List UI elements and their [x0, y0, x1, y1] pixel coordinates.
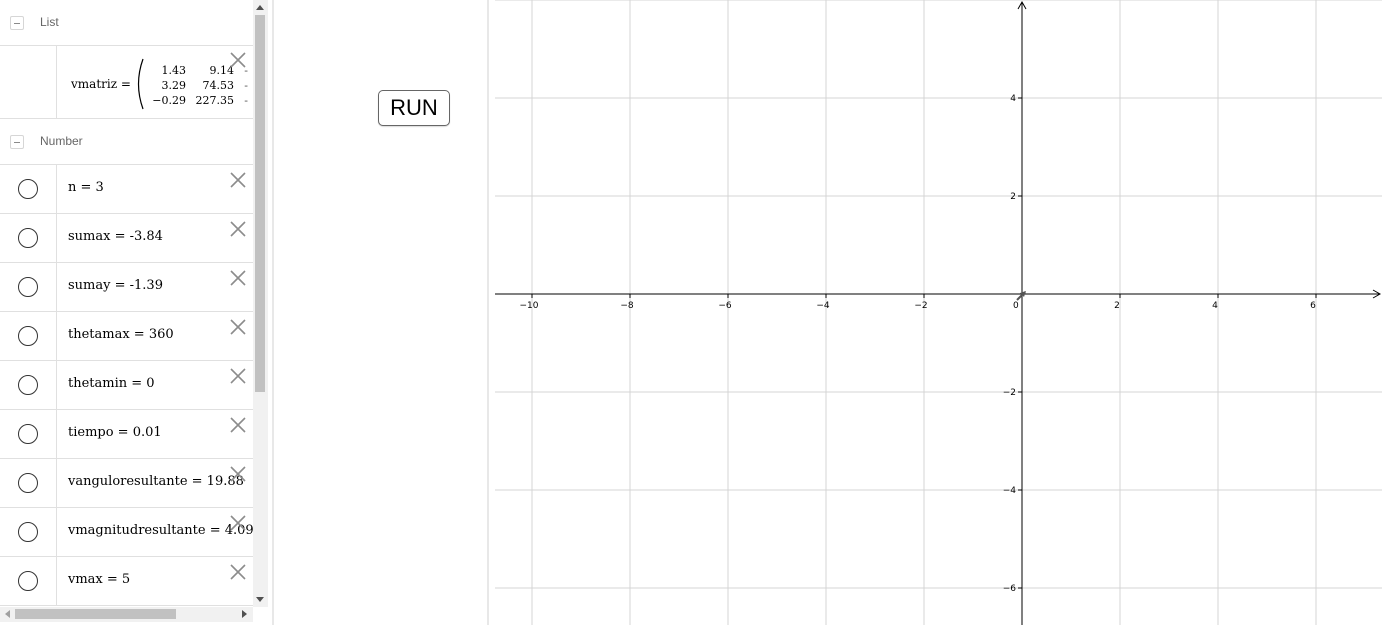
- run-button[interactable]: RUN: [378, 90, 450, 126]
- marble-cell: [0, 361, 57, 409]
- visibility-toggle[interactable]: [18, 473, 38, 493]
- close-icon[interactable]: [229, 318, 247, 336]
- matrix-cell: -: [244, 79, 248, 92]
- group-header-list[interactable]: List: [0, 0, 253, 46]
- number-expression[interactable]: thetamin = 0: [68, 376, 155, 391]
- group-label: List: [40, 15, 59, 29]
- scroll-up-icon[interactable]: [256, 5, 264, 10]
- matrix-row[interactable]: vmatriz = 1.43 9.14 - 3.29 74.53 - −0.29…: [0, 46, 253, 119]
- close-icon[interactable]: [229, 171, 247, 189]
- scroll-thumb[interactable]: [255, 15, 265, 392]
- x-tick-label: −10: [520, 301, 539, 311]
- y-tick-label: 4: [1010, 94, 1016, 104]
- y-tick-label: −6: [1003, 584, 1017, 594]
- number-expression[interactable]: sumax = -3.84: [68, 229, 163, 244]
- number-row[interactable]: tiempo = 0.01: [0, 410, 253, 459]
- collapse-icon[interactable]: [10, 16, 24, 30]
- graphics-view[interactable]: −10 −8 −6 −4 −2 0 2 4 6 4 2 −2 −4 −6: [489, 0, 1382, 625]
- close-icon[interactable]: [229, 220, 247, 238]
- number-expression[interactable]: vmagnitudresultante = 4.09: [68, 523, 254, 538]
- vertical-scrollbar[interactable]: [253, 0, 268, 607]
- y-tick-label: −2: [1003, 388, 1016, 398]
- panel-divider[interactable]: [272, 0, 274, 625]
- scroll-left-icon[interactable]: [5, 610, 10, 618]
- algebra-panel[interactable]: List vmatriz = 1.43 9.14 - 3.29 74.53 - …: [0, 0, 268, 625]
- scroll-right-icon[interactable]: [242, 610, 247, 618]
- matrix-cell: 227.35: [195, 94, 235, 107]
- x-tick-label: 6: [1310, 301, 1316, 311]
- marble-cell: [0, 312, 57, 360]
- visibility-toggle[interactable]: [18, 375, 38, 395]
- visibility-toggle[interactable]: [18, 571, 38, 591]
- y-tick-label: 2: [1010, 192, 1016, 202]
- number-expression[interactable]: n = 3: [68, 180, 104, 195]
- close-icon[interactable]: [229, 514, 247, 532]
- close-icon[interactable]: [229, 563, 247, 581]
- matrix-cell: 1.43: [161, 64, 187, 77]
- x-tick-label: −2: [914, 301, 927, 311]
- number-expression[interactable]: sumay = -1.39: [68, 278, 163, 293]
- number-expression[interactable]: thetamax = 360: [68, 327, 174, 342]
- number-row[interactable]: sumax = -3.84: [0, 214, 253, 263]
- matrix-cell: 9.14: [209, 64, 235, 77]
- x-tick-label: −8: [620, 301, 634, 311]
- scroll-down-icon[interactable]: [256, 597, 264, 602]
- marble-cell: [0, 263, 57, 311]
- matrix-name: vmatriz =: [71, 77, 131, 91]
- marble-cell: [0, 557, 57, 605]
- number-row[interactable]: sumay = -1.39: [0, 263, 253, 312]
- collapse-icon[interactable]: [10, 135, 24, 149]
- left-paren-icon: [137, 58, 144, 110]
- x-tick-label: 0: [1013, 301, 1019, 311]
- matrix-cell: 74.53: [202, 79, 235, 92]
- marble-cell: [0, 459, 57, 507]
- number-expression[interactable]: vanguloresultante = 19.88: [68, 474, 244, 489]
- visibility-toggle[interactable]: [18, 522, 38, 542]
- matrix-cell: 3.29: [161, 79, 187, 92]
- close-icon[interactable]: [229, 51, 247, 69]
- marble-cell: [0, 410, 57, 458]
- number-row[interactable]: thetamax = 360: [0, 312, 253, 361]
- y-tick-label: −4: [1003, 486, 1017, 496]
- scroll-thumb[interactable]: [15, 609, 176, 619]
- number-row[interactable]: vanguloresultante = 19.88: [0, 459, 253, 508]
- close-icon[interactable]: [229, 367, 247, 385]
- visibility-toggle[interactable]: [18, 277, 38, 297]
- close-icon[interactable]: [229, 416, 247, 434]
- number-row[interactable]: vmagnitudresultante = 4.09: [0, 508, 254, 557]
- close-icon[interactable]: [229, 269, 247, 287]
- coordinate-plane[interactable]: −10 −8 −6 −4 −2 0 2 4 6 4 2 −2 −4 −6: [489, 0, 1382, 625]
- visibility-toggle[interactable]: [18, 228, 38, 248]
- x-tick-label: −4: [816, 301, 830, 311]
- marble-cell: [0, 214, 57, 262]
- matrix-table: 1.43 9.14 - 3.29 74.53 - −0.29 227.35 -: [150, 63, 248, 108]
- x-tick-label: 2: [1114, 301, 1120, 311]
- number-expression[interactable]: tiempo = 0.01: [68, 425, 162, 440]
- number-row[interactable]: n = 3: [0, 165, 253, 214]
- close-icon[interactable]: [229, 465, 247, 483]
- visibility-toggle[interactable]: [18, 424, 38, 444]
- matrix-cell: −0.29: [152, 94, 186, 107]
- visibility-toggle[interactable]: [18, 326, 38, 346]
- number-row[interactable]: vmax = 5: [0, 557, 253, 606]
- matrix-cell: -: [244, 94, 248, 107]
- number-expression[interactable]: vmax = 5: [68, 572, 130, 587]
- group-label: Number: [40, 134, 83, 148]
- number-row[interactable]: thetamin = 0: [0, 361, 253, 410]
- horizontal-scrollbar[interactable]: [0, 607, 253, 622]
- x-tick-label: 4: [1212, 301, 1218, 311]
- visibility-toggle[interactable]: [18, 179, 38, 199]
- marble-cell: [0, 46, 57, 118]
- marble-cell: [0, 165, 57, 213]
- x-tick-label: −6: [718, 301, 732, 311]
- marble-cell: [0, 508, 57, 556]
- group-header-number[interactable]: Number: [0, 119, 253, 165]
